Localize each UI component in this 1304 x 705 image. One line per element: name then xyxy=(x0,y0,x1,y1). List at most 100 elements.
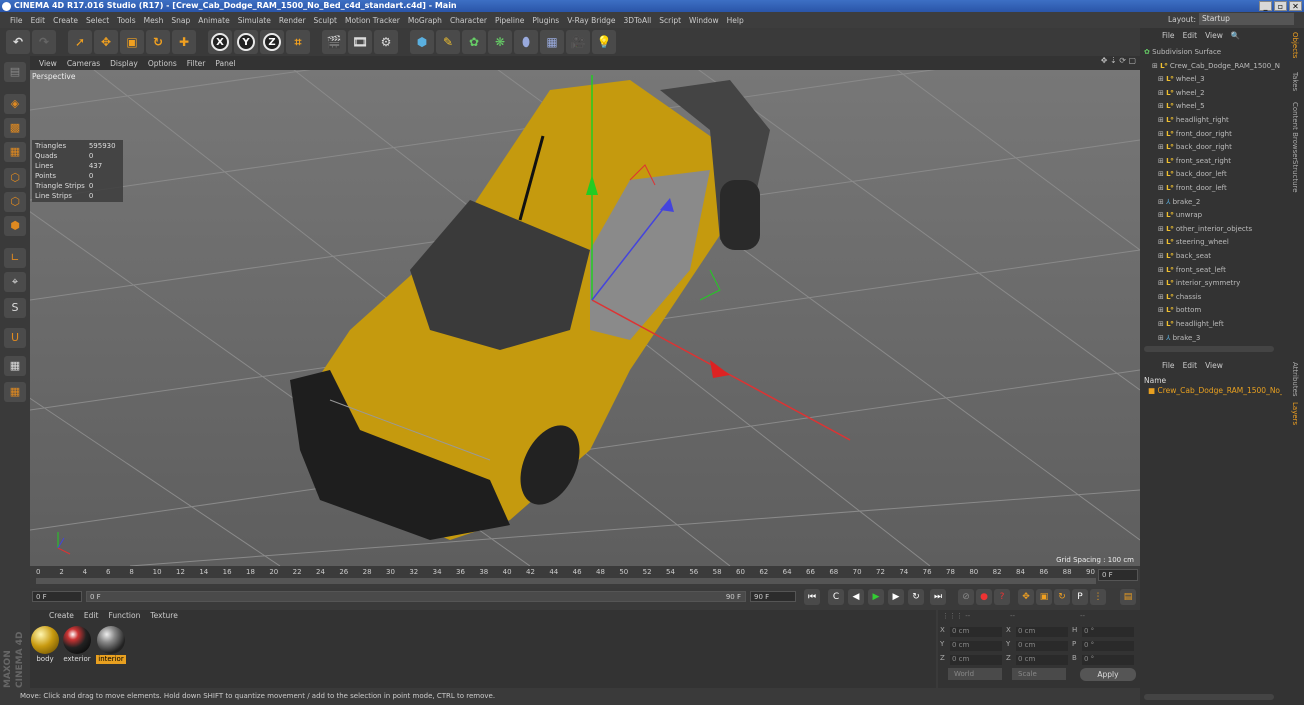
record-keyframe-icon[interactable]: ⊘ xyxy=(958,589,974,605)
next-key-icon[interactable]: ↻ xyxy=(908,589,924,605)
object-tree-item[interactable]: ⊞ L⁰ unwrap xyxy=(1144,209,1280,223)
apply-button[interactable]: Apply xyxy=(1080,668,1136,681)
object-tree-item[interactable]: ⊞ L⁰ front_door_left xyxy=(1144,182,1280,196)
rotation-field[interactable]: 0 ° xyxy=(1082,627,1134,637)
menu-item-sculpt[interactable]: Sculpt xyxy=(310,16,341,25)
x-axis-lock-icon[interactable]: X xyxy=(208,30,232,54)
tab-takes[interactable]: Takes xyxy=(1285,72,1299,91)
object-tree-item[interactable]: ✿ Subdivision Surface xyxy=(1144,46,1280,60)
object-tree-item[interactable]: ⊞ L⁰ wheel_3 xyxy=(1144,73,1280,87)
menu-item-render[interactable]: Render xyxy=(275,16,310,25)
object-tree-item[interactable]: ⊞ L⁰ chassis xyxy=(1144,291,1280,305)
planar-workplane-icon[interactable]: ▦ xyxy=(4,382,26,402)
attr-menu-file[interactable]: File xyxy=(1158,360,1179,372)
range-slider[interactable]: 0 F 90 F xyxy=(86,591,746,602)
object-tree-item[interactable]: ⊞ ⅄ brake_2 xyxy=(1144,196,1280,210)
subdivision-icon[interactable]: ✿ xyxy=(462,30,486,54)
redo-icon[interactable]: ↷ xyxy=(32,30,56,54)
rotation-field[interactable]: 0 ° xyxy=(1082,655,1134,665)
minimize-button[interactable]: _ xyxy=(1259,1,1272,11)
menu-item-help[interactable]: Help xyxy=(723,16,748,25)
render-settings-icon[interactable]: ⚙ xyxy=(374,30,398,54)
menu-item-file[interactable]: File xyxy=(6,16,27,25)
menu-item-simulate[interactable]: Simulate xyxy=(234,16,275,25)
menu-item-plugins[interactable]: Plugins xyxy=(528,16,563,25)
layer-row[interactable]: ■ Crew_Cab_Dodge_RAM_1500_No_B xyxy=(1148,386,1289,395)
object-tree-item[interactable]: ⊞ L⁰ front_seat_right xyxy=(1144,155,1280,169)
move-tool-icon[interactable]: ✥ xyxy=(94,30,118,54)
timeline-track[interactable] xyxy=(36,578,1096,584)
attr-menu-view[interactable]: View xyxy=(1201,360,1227,372)
timeline-window-icon[interactable]: ▤ xyxy=(1120,589,1136,605)
menu-item-mesh[interactable]: Mesh xyxy=(140,16,168,25)
key-pla-icon[interactable]: ⋮ xyxy=(1090,589,1106,605)
viewport-menu-options[interactable]: Options xyxy=(143,59,182,68)
previous-key-icon[interactable]: C xyxy=(828,589,844,605)
3d-viewport[interactable]: Perspective Triangles 595930 Quads 0 Lines 43… xyxy=(30,70,1140,566)
viewport-menu-filter[interactable]: Filter xyxy=(182,59,211,68)
key-rotation-icon[interactable]: ↻ xyxy=(1054,589,1070,605)
size-field[interactable]: 0 cm xyxy=(1016,655,1068,665)
edges-mode-icon[interactable]: ⬡ xyxy=(4,192,26,212)
key-position-icon[interactable]: ✥ xyxy=(1018,589,1034,605)
object-tree-item[interactable]: ⊞ L⁰ back_door_right xyxy=(1144,141,1280,155)
object-tree-item[interactable]: ⊞ L⁰ back_door_left xyxy=(1144,168,1280,182)
tab-objects[interactable]: Objects xyxy=(1285,32,1299,58)
position-field[interactable]: 0 cm xyxy=(950,627,1002,637)
scale-tool-icon[interactable]: ▣ xyxy=(120,30,144,54)
start-frame-field[interactable]: 0 F xyxy=(32,591,82,602)
next-frame-icon[interactable]: ▶ xyxy=(888,589,904,605)
menu-item-character[interactable]: Character xyxy=(446,16,491,25)
menu-item-3dtoall[interactable]: 3DToAll xyxy=(620,16,656,25)
array-icon[interactable]: ❋ xyxy=(488,30,512,54)
key-scale-icon[interactable]: ▣ xyxy=(1036,589,1052,605)
model-mode-icon[interactable]: ◈ xyxy=(4,94,26,114)
axis-mode-icon[interactable]: ∟ xyxy=(4,248,26,268)
objects-menu-view[interactable]: View xyxy=(1201,30,1227,42)
go-to-end-icon[interactable]: ⏭ xyxy=(930,589,946,605)
tab-structure[interactable]: Structure xyxy=(1285,160,1299,193)
coordinate-space-dropdown[interactable]: World xyxy=(948,668,1002,680)
object-tree-item[interactable]: ⊞ L⁰ wheel_2 xyxy=(1144,87,1280,101)
menu-item-pipeline[interactable]: Pipeline xyxy=(491,16,528,25)
floor-icon[interactable]: ▦ xyxy=(540,30,564,54)
restore-button[interactable]: ▫ xyxy=(1274,1,1287,11)
workplane-icon[interactable]: ▦ xyxy=(4,142,26,162)
make-editable-icon[interactable]: ▤ xyxy=(4,62,26,82)
material-swatch-exterior[interactable]: exterior xyxy=(62,626,92,664)
undo-icon[interactable]: ↶ xyxy=(6,30,30,54)
viewport-nav-icons[interactable]: ✥ ⇣ ⟳ ▢ xyxy=(1101,56,1136,65)
object-tree-item[interactable]: ⊞ L⁰ headlight_right xyxy=(1144,114,1280,128)
menu-item-mograph[interactable]: MoGraph xyxy=(404,16,446,25)
previous-frame-icon[interactable]: ◀ xyxy=(848,589,864,605)
camera-icon[interactable]: 🎥 xyxy=(566,30,590,54)
layer-scrollbar[interactable] xyxy=(1144,694,1274,700)
tab-layers[interactable]: Layers xyxy=(1285,402,1299,425)
position-field[interactable]: 0 cm xyxy=(950,641,1002,651)
tab-attributes[interactable]: Attributes xyxy=(1285,362,1299,397)
texture-mode-icon[interactable]: ▩ xyxy=(4,118,26,138)
pen-spline-icon[interactable]: ✎ xyxy=(436,30,460,54)
points-mode-icon[interactable]: ⬡ xyxy=(4,168,26,188)
y-axis-lock-icon[interactable]: Y xyxy=(234,30,258,54)
objects-search-icon[interactable]: 🔍 xyxy=(1227,30,1244,42)
light-icon[interactable]: 💡 xyxy=(592,30,616,54)
attr-menu-edit[interactable]: Edit xyxy=(1179,360,1202,372)
rotation-field[interactable]: 0 ° xyxy=(1082,641,1134,651)
object-tree-item[interactable]: ⊞ L⁰ back_seat xyxy=(1144,250,1280,264)
object-tree-item[interactable]: ⊞ ⅄ brake_3 xyxy=(1144,332,1280,346)
objects-menu-file[interactable]: File xyxy=(1158,30,1179,42)
object-tree-item[interactable]: ⊞ L⁰ steering_wheel xyxy=(1144,236,1280,250)
object-tree-item[interactable]: ⊞ L⁰ headlight_left xyxy=(1144,318,1280,332)
menu-item-v-ray-bridge[interactable]: V-Ray Bridge xyxy=(563,16,619,25)
layout-dropdown[interactable]: Startup xyxy=(1199,13,1294,25)
rotate-tool-icon[interactable]: ↻ xyxy=(146,30,170,54)
live-select-icon[interactable]: ➚ xyxy=(68,30,92,54)
timeline-ruler[interactable]: 0 2 4 6 8 10 12 14 16 18 20 22 24 26 28 30 32 34 36 38 40 42 4… xyxy=(30,566,1140,588)
menu-item-motion-tracker[interactable]: Motion Tracker xyxy=(341,16,404,25)
key-parameter-icon[interactable]: P xyxy=(1072,589,1088,605)
object-tree-item[interactable]: ⊞ L⁰ front_seat_left xyxy=(1144,264,1280,278)
viewport-menu-display[interactable]: Display xyxy=(105,59,143,68)
size-field[interactable]: 0 cm xyxy=(1016,641,1068,651)
menu-item-script[interactable]: Script xyxy=(655,16,685,25)
